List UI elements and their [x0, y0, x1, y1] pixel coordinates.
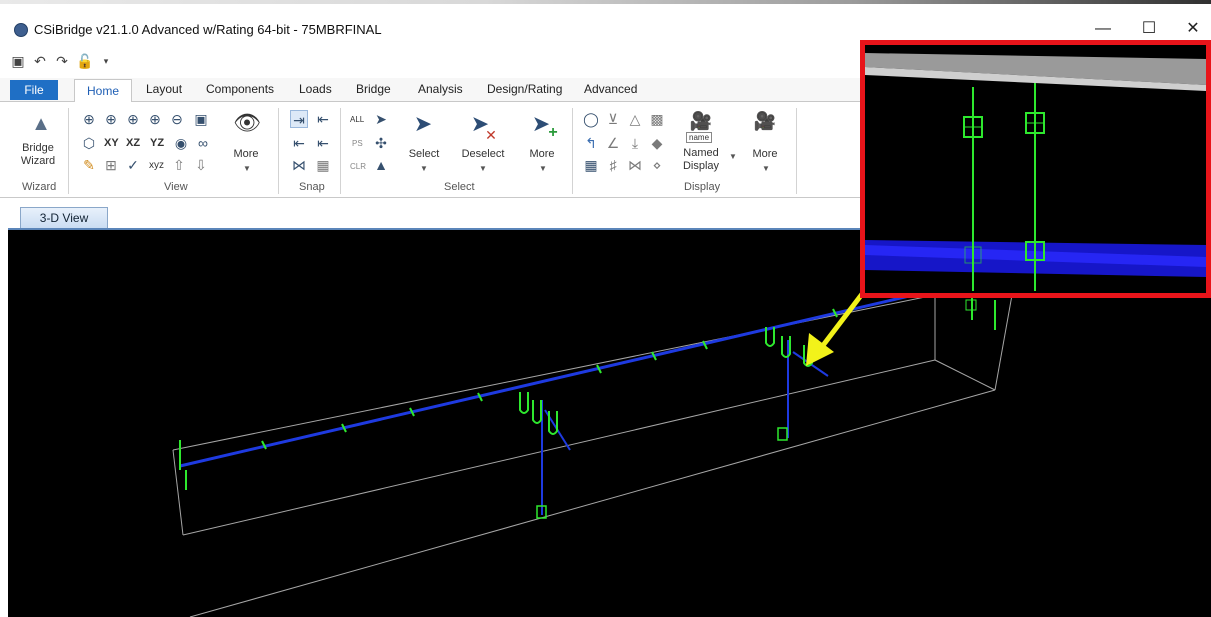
bounding-wireframe: [172, 291, 1013, 617]
bridge-girder: [179, 288, 936, 468]
far-bearings: [965, 298, 996, 330]
inset-canvas: [865, 53, 1206, 291]
zoom-inset-panel: [860, 40, 1211, 298]
